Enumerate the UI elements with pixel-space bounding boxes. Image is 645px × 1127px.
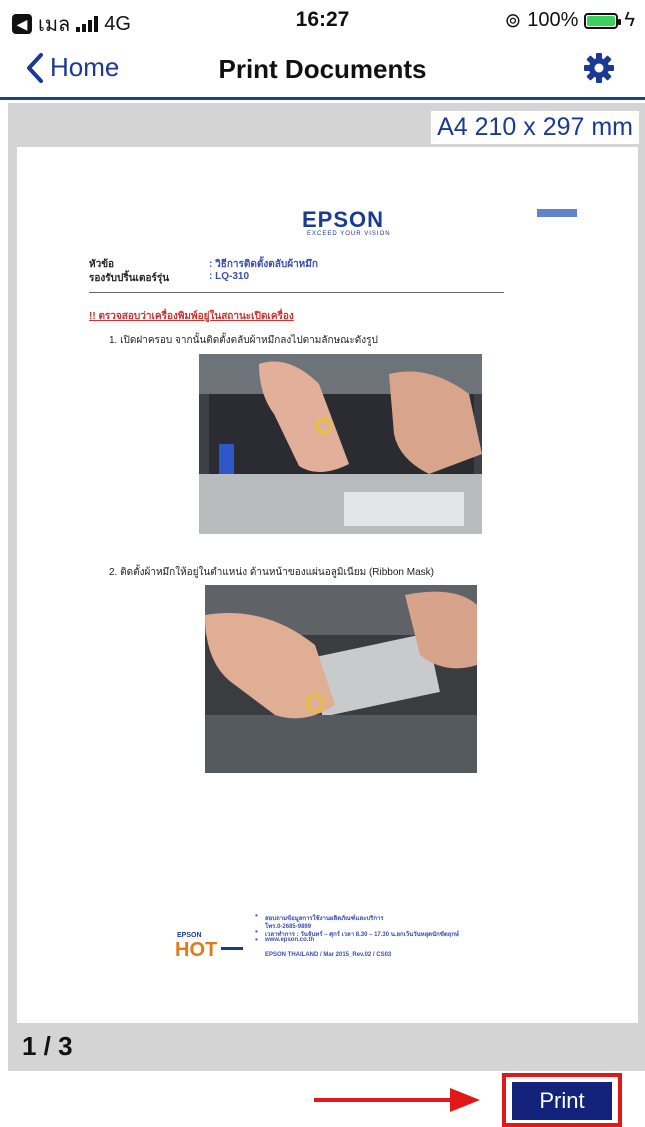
battery-percent: 100% xyxy=(527,9,579,31)
print-button-highlight: Print xyxy=(502,1073,622,1127)
hot-logo: EPSON HOT xyxy=(175,929,247,964)
charging-icon: ϟ xyxy=(624,9,635,31)
printer-photo-1 xyxy=(199,354,482,534)
header-key: รองรับปริ้นเตอร์รุ่น xyxy=(89,273,170,284)
footer-doc-id: EPSON THAILAND / Mar 2015_Rev.02 / CS03 xyxy=(265,952,392,958)
page-counter: 1 / 3 xyxy=(22,1031,73,1061)
gear-icon xyxy=(584,53,614,83)
printer-photo-2 xyxy=(205,585,477,773)
home-back-label: Home xyxy=(50,52,120,82)
header-value: : วิธีการติดตั้งตลับผ้าหมึก xyxy=(209,259,318,270)
document-step-2: 2. ติดตั้งผ้าหมึกให้อยู่ในตำแหน่ง ด้านหน… xyxy=(109,567,434,578)
document-divider xyxy=(89,292,504,293)
svg-text:EPSON: EPSON xyxy=(177,932,202,939)
status-bar: ◀ เมล 4G 16:27 ⊚ 100% ϟ xyxy=(0,0,645,40)
paper-size-label[interactable]: A4 210 x 297 mm xyxy=(431,111,639,144)
battery-icon xyxy=(584,12,622,29)
arrow-right-icon xyxy=(314,1088,480,1112)
navigation-bar: Home Print Documents xyxy=(0,40,645,100)
home-back-button[interactable]: Home xyxy=(26,52,119,83)
settings-button[interactable] xyxy=(581,50,617,86)
document-page-preview[interactable]: EPSON EXCEED YOUR VISION หัวข้อ : วิธีกา… xyxy=(17,147,638,1023)
chevron-left-icon xyxy=(27,52,43,83)
print-preview-area[interactable]: A4 210 x 297 mm EPSON EXCEED YOUR VISION… xyxy=(8,103,645,1071)
status-right: ⊚ 100% ϟ xyxy=(504,8,635,33)
svg-text:HOT: HOT xyxy=(175,939,217,959)
footer-bullet: • xyxy=(255,911,258,920)
footer-line: www.epson.co.th xyxy=(265,937,315,943)
rotation-lock-icon: ⊚ xyxy=(504,10,522,32)
header-key: หัวข้อ xyxy=(89,259,115,270)
print-button[interactable]: Print xyxy=(512,1082,612,1120)
document-corner-tag xyxy=(537,209,577,217)
header-value: : LQ-310 xyxy=(209,271,250,282)
document-logo-tagline: EXCEED YOUR VISION xyxy=(307,231,391,237)
document-step-1: 1. เปิดฝาครอบ จากนั้นติดตั้งตลับผ้าหมึกล… xyxy=(109,335,378,346)
footer-bullet: • xyxy=(255,935,258,944)
document-warning: !! ตรวจสอบว่าเครื่องพิมพ์อยู่ในสถานะเปิด… xyxy=(89,311,294,322)
document-logo: EPSON xyxy=(302,207,385,232)
